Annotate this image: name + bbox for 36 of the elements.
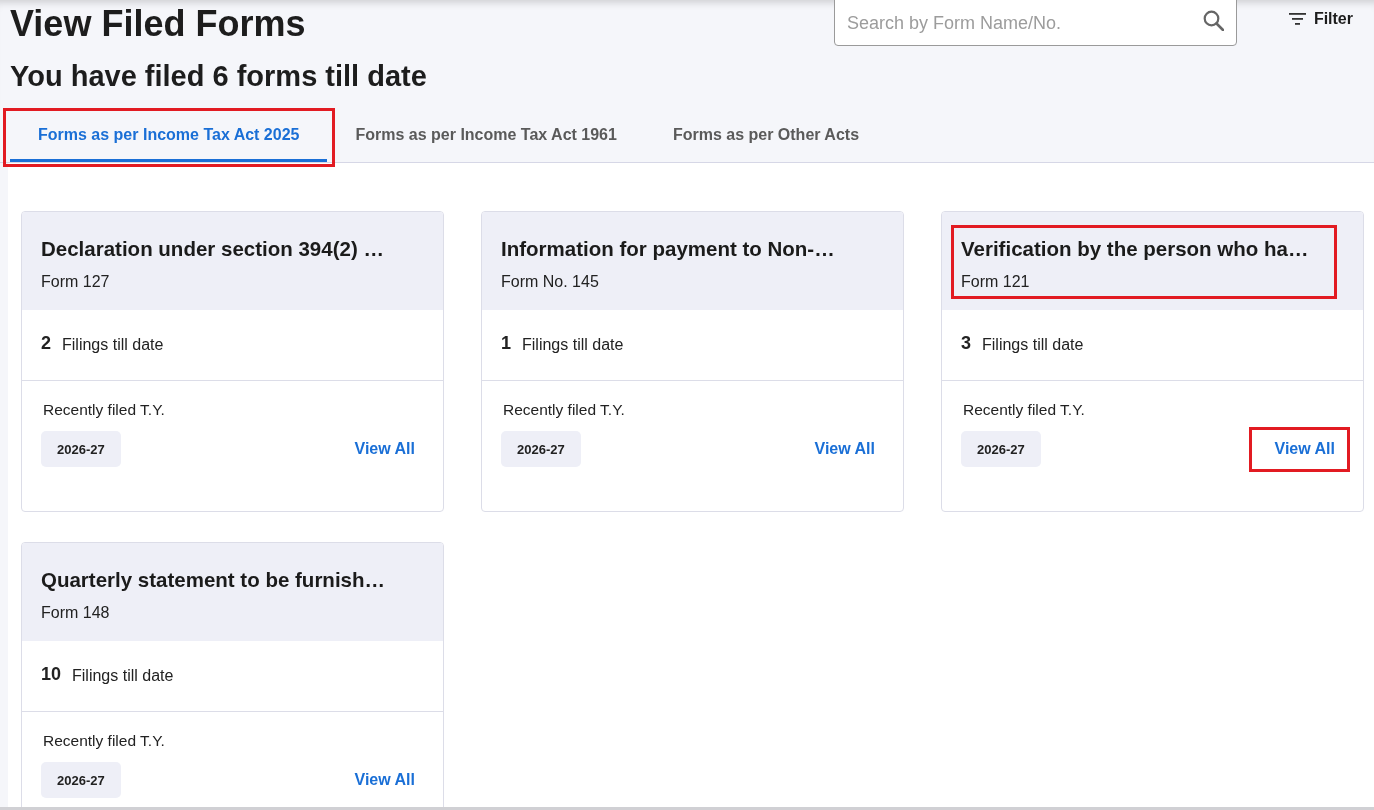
filings-count: 2 bbox=[41, 332, 51, 354]
tab[interactable]: Forms as per Income Tax Act 1961 bbox=[327, 110, 645, 162]
filings-label: Filings till date bbox=[982, 336, 1084, 354]
form-title: Declaration under section 394(2) … bbox=[41, 236, 385, 262]
recent-label: Recently filed T.Y. bbox=[43, 731, 166, 751]
recent-label: Recently filed T.Y. bbox=[963, 400, 1086, 420]
search-icon[interactable] bbox=[1202, 10, 1224, 31]
filings-label: Filings till date bbox=[62, 336, 164, 354]
form-number: Form 127 bbox=[41, 272, 111, 292]
filed-count-heading: You have filed 6 forms till date bbox=[10, 59, 428, 94]
year-tag: 2026-27 bbox=[501, 431, 581, 467]
page-title: View Filed Forms bbox=[10, 2, 307, 46]
form-title: Quarterly statement to be furnish… bbox=[41, 567, 386, 593]
year-tag: 2026-27 bbox=[961, 431, 1041, 467]
filings-count: 3 bbox=[961, 332, 971, 354]
view-all-button[interactable]: View All bbox=[340, 763, 429, 797]
filings-count: 1 bbox=[501, 332, 511, 354]
filings-label: Filings till date bbox=[522, 336, 624, 354]
recent-label: Recently filed T.Y. bbox=[503, 400, 626, 420]
search-field[interactable]: Search by Form Name/No. bbox=[833, 0, 1237, 46]
filings-label: Filings till date bbox=[72, 667, 174, 685]
form-number: Form No. 145 bbox=[501, 272, 600, 292]
filter-icon bbox=[1288, 13, 1306, 25]
tab[interactable]: Forms as per Other Acts bbox=[644, 110, 888, 162]
recent-label: Recently filed T.Y. bbox=[43, 400, 166, 420]
year-tag: 2026-27 bbox=[41, 762, 121, 798]
form-title: Verification by the person who ha… bbox=[961, 236, 1310, 262]
filings-count: 10 bbox=[41, 663, 62, 685]
view-all-button[interactable]: View All bbox=[1260, 432, 1349, 466]
form-number: Form 121 bbox=[961, 272, 1031, 292]
filter-button[interactable]: Filter bbox=[1288, 10, 1353, 28]
form-number: Form 148 bbox=[41, 603, 111, 623]
view-all-button[interactable]: View All bbox=[340, 432, 429, 466]
year-tag: 2026-27 bbox=[41, 431, 121, 467]
view-all-button[interactable]: View All bbox=[800, 432, 889, 466]
form-title: Information for payment to Non-… bbox=[501, 236, 836, 262]
